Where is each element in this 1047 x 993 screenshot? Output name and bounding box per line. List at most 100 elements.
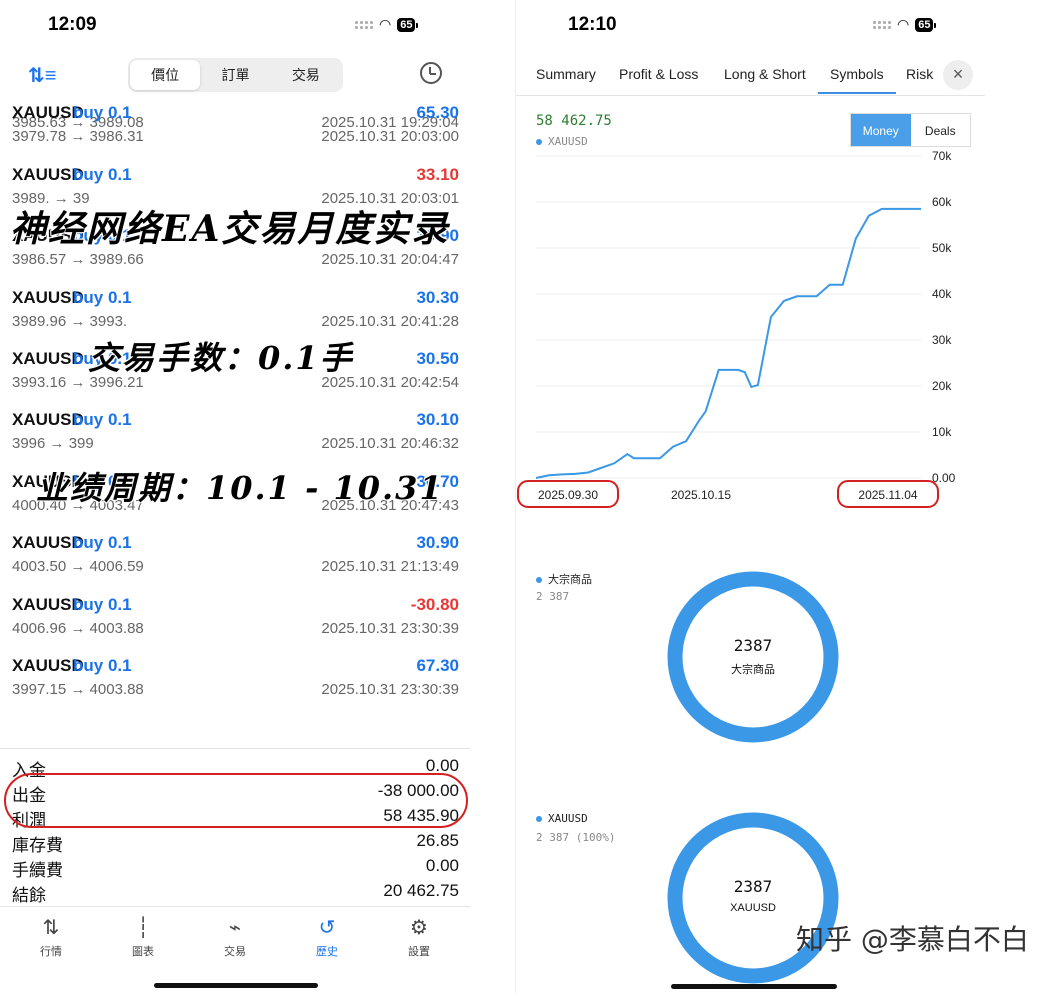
trade-row[interactable]: XAUUSD buy 0.1 30.90 4003.50 → 4006.59 2025.… <box>0 533 470 595</box>
trade-time: 2025.10.31 20:41:28 <box>321 312 459 330</box>
gear-icon: ⚙ <box>410 917 428 939</box>
report-tabs: Summary Profit & Loss Long & Short Symbo… <box>516 56 985 96</box>
x-tick-label: 2025.11.04 <box>858 488 917 502</box>
y-tick-label: 70k <box>932 149 952 163</box>
trade-side: buy 0.1 <box>73 103 132 123</box>
donut2-legend-label: XAUUSD <box>548 812 588 825</box>
account-summary: 入金 0.00 出金 -38 000.00 利潤 58 435.90 庫存費 26.85 手續費… <box>0 748 470 905</box>
y-tick-label: 20k <box>932 379 952 393</box>
tab-risk[interactable]: Risk <box>906 66 933 82</box>
y-tick-label: 40k <box>932 287 952 301</box>
trade-pnl: 30.30 <box>416 287 459 307</box>
status-icons: ◠ 65 <box>355 16 419 33</box>
trade-side: buy 0.1 <box>73 594 132 614</box>
donut2-label: XAUUSD <box>730 902 776 914</box>
trade-prices: 3996 → 399 <box>12 435 94 453</box>
trade-time: 2025.10.31 20:04:47 <box>321 251 459 269</box>
watermark: 知乎 @李慕白不白 <box>796 923 1029 956</box>
trade-prices: 4003.50 → 4006.59 <box>12 558 144 576</box>
legend-dot-icon <box>536 816 542 822</box>
tab-charts[interactable]: ┆ 圖表 <box>113 915 173 959</box>
donut1-center: 2387 大宗商品 <box>666 636 840 677</box>
tab-profit-loss[interactable]: Profit & Loss <box>619 66 698 82</box>
trade-time: 2025.10.31 20:03:00 <box>321 128 459 146</box>
wifi-icon: ◠ <box>897 16 910 32</box>
highlight-oval <box>4 773 468 828</box>
balance-chart: 70k 60k 50k 40k 30k 20k 10k 0.00 2025.09.30 2025.… <box>517 149 956 508</box>
chart-legend: XAUUSD <box>536 135 588 148</box>
donut1-legend-sub: 2 387 <box>536 590 570 603</box>
y-tick-label: 10k <box>932 425 952 439</box>
overlay-lots: 交易手数：0.1手 <box>88 339 354 377</box>
history-screen: 12:09 ◠ 65 ⇅≡ 價位 訂單 交易 3985.63 → 3989.08… <box>0 0 470 993</box>
trade-pnl: 30.50 <box>416 349 459 368</box>
toggle-deals[interactable]: Deals <box>911 114 971 146</box>
overlay-period: 业绩周期：10.1 - 10.31 <box>36 469 444 507</box>
donut1-label: 大宗商品 <box>731 664 775 676</box>
trade-icon: ⌁ <box>228 917 242 939</box>
series-line-xauusd <box>535 207 921 479</box>
trade-time: 2025.10.31 21:13:49 <box>321 558 459 576</box>
segment-positions[interactable]: 價位 <box>130 60 201 90</box>
donut1-value: 2387 <box>733 636 773 655</box>
trade-row[interactable]: XAUUSD buy 0.1 -30.80 4006.96 → 4003.88 2025… <box>0 595 470 657</box>
money-deals-toggle: Money Deals <box>850 113 971 147</box>
status-icons: ◠ 65 <box>873 16 937 33</box>
segment-orders[interactable]: 訂單 <box>200 60 270 90</box>
trade-pnl: 65.30 <box>416 103 459 123</box>
tab-trade[interactable]: ⌁ 交易 <box>205 915 265 959</box>
trade-prices: 4006.96 → 4003.88 <box>12 619 144 637</box>
trade-time: 2025.10.31 20:46:32 <box>321 435 459 453</box>
status-time: 12:10 <box>568 14 617 35</box>
tab-long-short[interactable]: Long & Short <box>724 66 806 82</box>
trade-side: buy 0.1 <box>73 287 132 307</box>
tab-summary[interactable]: Summary <box>536 66 596 82</box>
tab-bar: ⇅ 行情 ┆ 圖表 ⌁ 交易 ↺ 歷史 ⚙ 設置 <box>0 906 470 993</box>
history-clock-icon[interactable] <box>420 62 442 84</box>
signal-icon <box>355 20 373 29</box>
trade-side: buy 0.1 <box>73 410 132 430</box>
y-tick-label: 60k <box>932 195 952 209</box>
status-time: 12:09 <box>48 14 97 35</box>
tab-settings[interactable]: ⚙ 設置 <box>389 915 449 959</box>
trade-row[interactable]: XAUUSD buy 0.1 65.30 3979.78 → 3986.31 2025.… <box>0 103 470 165</box>
trade-pnl: -30.80 <box>410 594 459 614</box>
chart-icon: ┆ <box>136 917 150 939</box>
trade-side: buy 0.1 <box>73 164 132 184</box>
report-screen: 12:10 ◠ 65 Summary Profit & Loss Long & … <box>515 0 985 993</box>
wifi-icon: ◠ <box>379 16 392 32</box>
tab-quotes[interactable]: ⇅ 行情 <box>21 915 81 959</box>
sort-icon[interactable]: ⇅≡ <box>28 63 56 88</box>
toggle-money[interactable]: Money <box>851 114 911 146</box>
donut1-legend-label: 大宗商品 <box>548 573 592 586</box>
trade-time: 2025.10.31 23:30:39 <box>321 619 459 637</box>
trade-side: buy 0.1 <box>73 533 132 553</box>
x-tick-label: 2025.09.30 <box>538 488 598 502</box>
summary-value: 20 462.75 <box>383 881 459 900</box>
summary-label: 庫存費 <box>12 836 63 855</box>
battery-icon: 65 <box>915 17 937 32</box>
legend-dot-icon <box>536 139 542 145</box>
tab-label: 歷史 <box>316 946 338 958</box>
segment-control: 價位 訂單 交易 <box>128 58 343 92</box>
tab-label: 交易 <box>224 946 246 958</box>
segment-deals[interactable]: 交易 <box>271 60 341 90</box>
tab-symbols[interactable]: Symbols <box>818 66 896 94</box>
tab-history[interactable]: ↺ 歷史 <box>297 915 357 959</box>
tab-label: 設置 <box>408 946 430 958</box>
donut2-value: 2387 <box>733 877 773 896</box>
y-tick-label: 0.00 <box>932 471 956 485</box>
summary-label: 手續費 <box>12 861 63 880</box>
y-tick-label: 30k <box>932 333 952 347</box>
summary-label: 結餘 <box>12 886 46 905</box>
trade-prices: 3989.96 → 3993. <box>12 312 128 330</box>
trade-prices: 3997.15 → 4003.88 <box>12 681 144 698</box>
close-icon[interactable]: × <box>943 60 973 90</box>
summary-row: 結餘 20 462.75 <box>0 881 470 906</box>
trade-prices: 3986.57 → 3989.66 <box>12 251 144 269</box>
history-icon: ↺ <box>318 917 336 939</box>
summary-value: 26.85 <box>416 831 459 850</box>
legend-dot-icon <box>536 577 542 583</box>
x-tick-label: 2025.10.15 <box>671 488 731 502</box>
trade-row[interactable]: XAUUSD buy 0.1 67.30 3997.15 → 4003.88 2025.… <box>0 656 470 718</box>
